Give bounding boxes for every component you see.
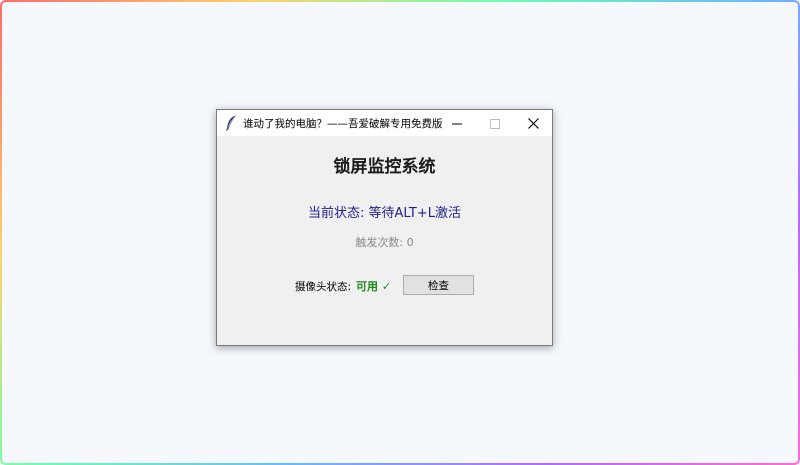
- status-text: 当前状态: 等待ALT+L激活: [308, 206, 461, 221]
- close-icon: [527, 114, 539, 133]
- app-window: 谁动了我的电脑？——吾爱破解专用免费版 锁屏监控系统 当前状态: 等待ALT+L…: [216, 109, 553, 346]
- trigger-count: 触发次数: 0: [355, 236, 414, 249]
- check-button[interactable]: 检查: [403, 275, 474, 295]
- camera-status-value: 可用 ✓: [356, 280, 392, 293]
- page-title: 锁屏监控系统: [333, 157, 436, 177]
- minimize-icon: [452, 114, 462, 133]
- maximize-button[interactable]: [476, 110, 514, 136]
- feather-icon: [225, 115, 237, 131]
- close-button[interactable]: [514, 110, 552, 136]
- window-title: 谁动了我的电脑？——吾爱破解专用免费版: [243, 118, 443, 130]
- maximize-icon: [490, 114, 500, 133]
- minimize-button[interactable]: [438, 110, 476, 136]
- title-bar[interactable]: 谁动了我的电脑？——吾爱破解专用免费版: [217, 110, 552, 136]
- camera-status-label: 摄像头状态:: [295, 281, 352, 293]
